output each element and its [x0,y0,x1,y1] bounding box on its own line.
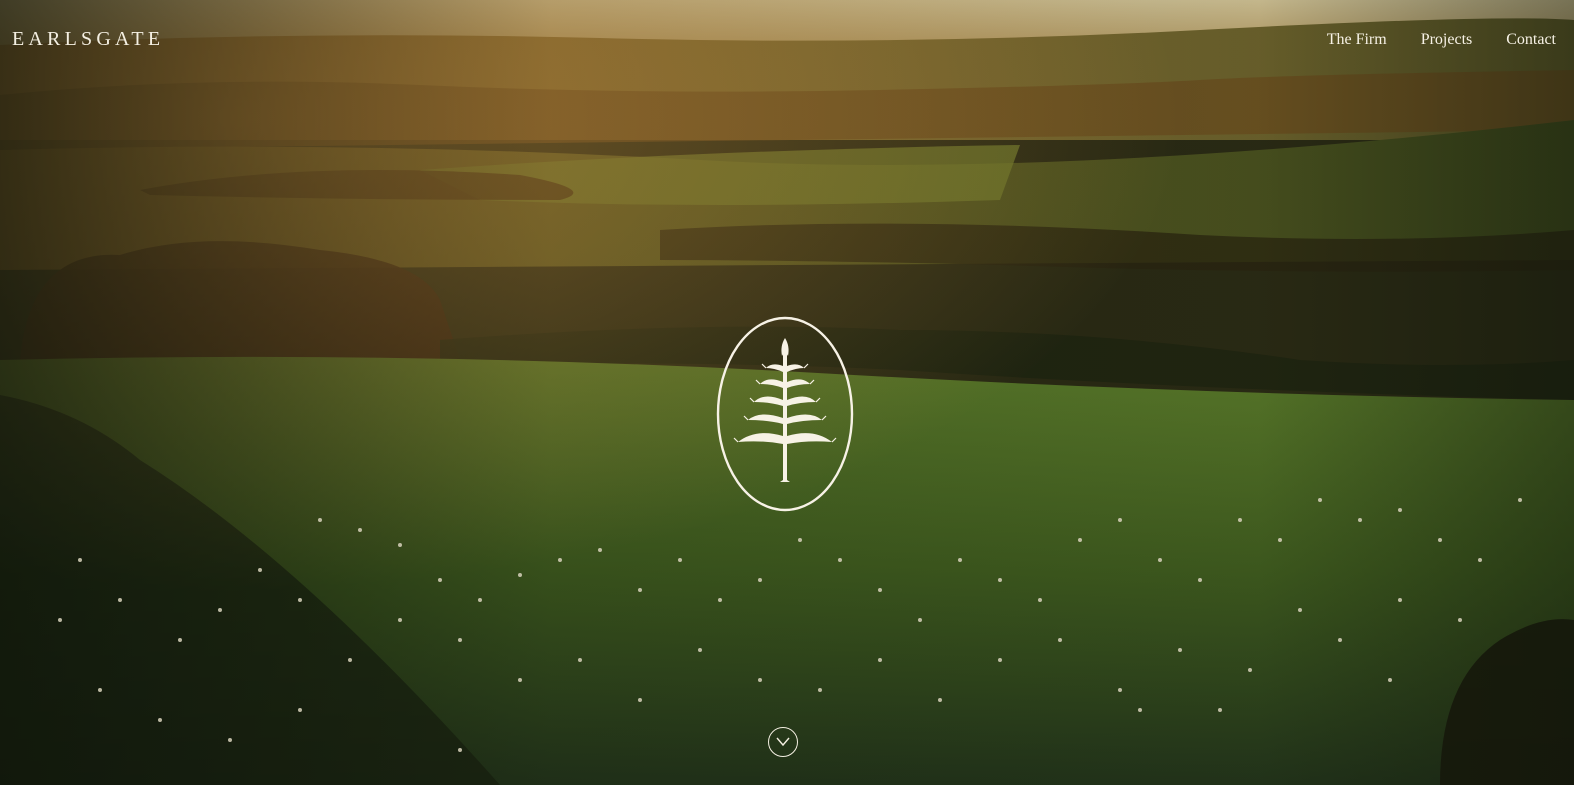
site-header: EARLSGATE The Firm Projects Contact [0,0,1574,80]
nav-item-projects[interactable]: Projects [1421,30,1473,50]
main-navigation: The Firm Projects Contact [1327,30,1556,50]
chevron-down-icon [776,737,790,747]
nav-item-contact[interactable]: Contact [1506,30,1556,50]
pine-tree-oval-emblem-icon [716,316,854,512]
scroll-down-button[interactable] [768,727,798,757]
site-logo-wordmark[interactable]: EARLSGATE [12,28,164,50]
nav-item-the-firm[interactable]: The Firm [1327,30,1387,50]
hero-section: EARLSGATE The Firm Projects Contact [0,0,1574,785]
